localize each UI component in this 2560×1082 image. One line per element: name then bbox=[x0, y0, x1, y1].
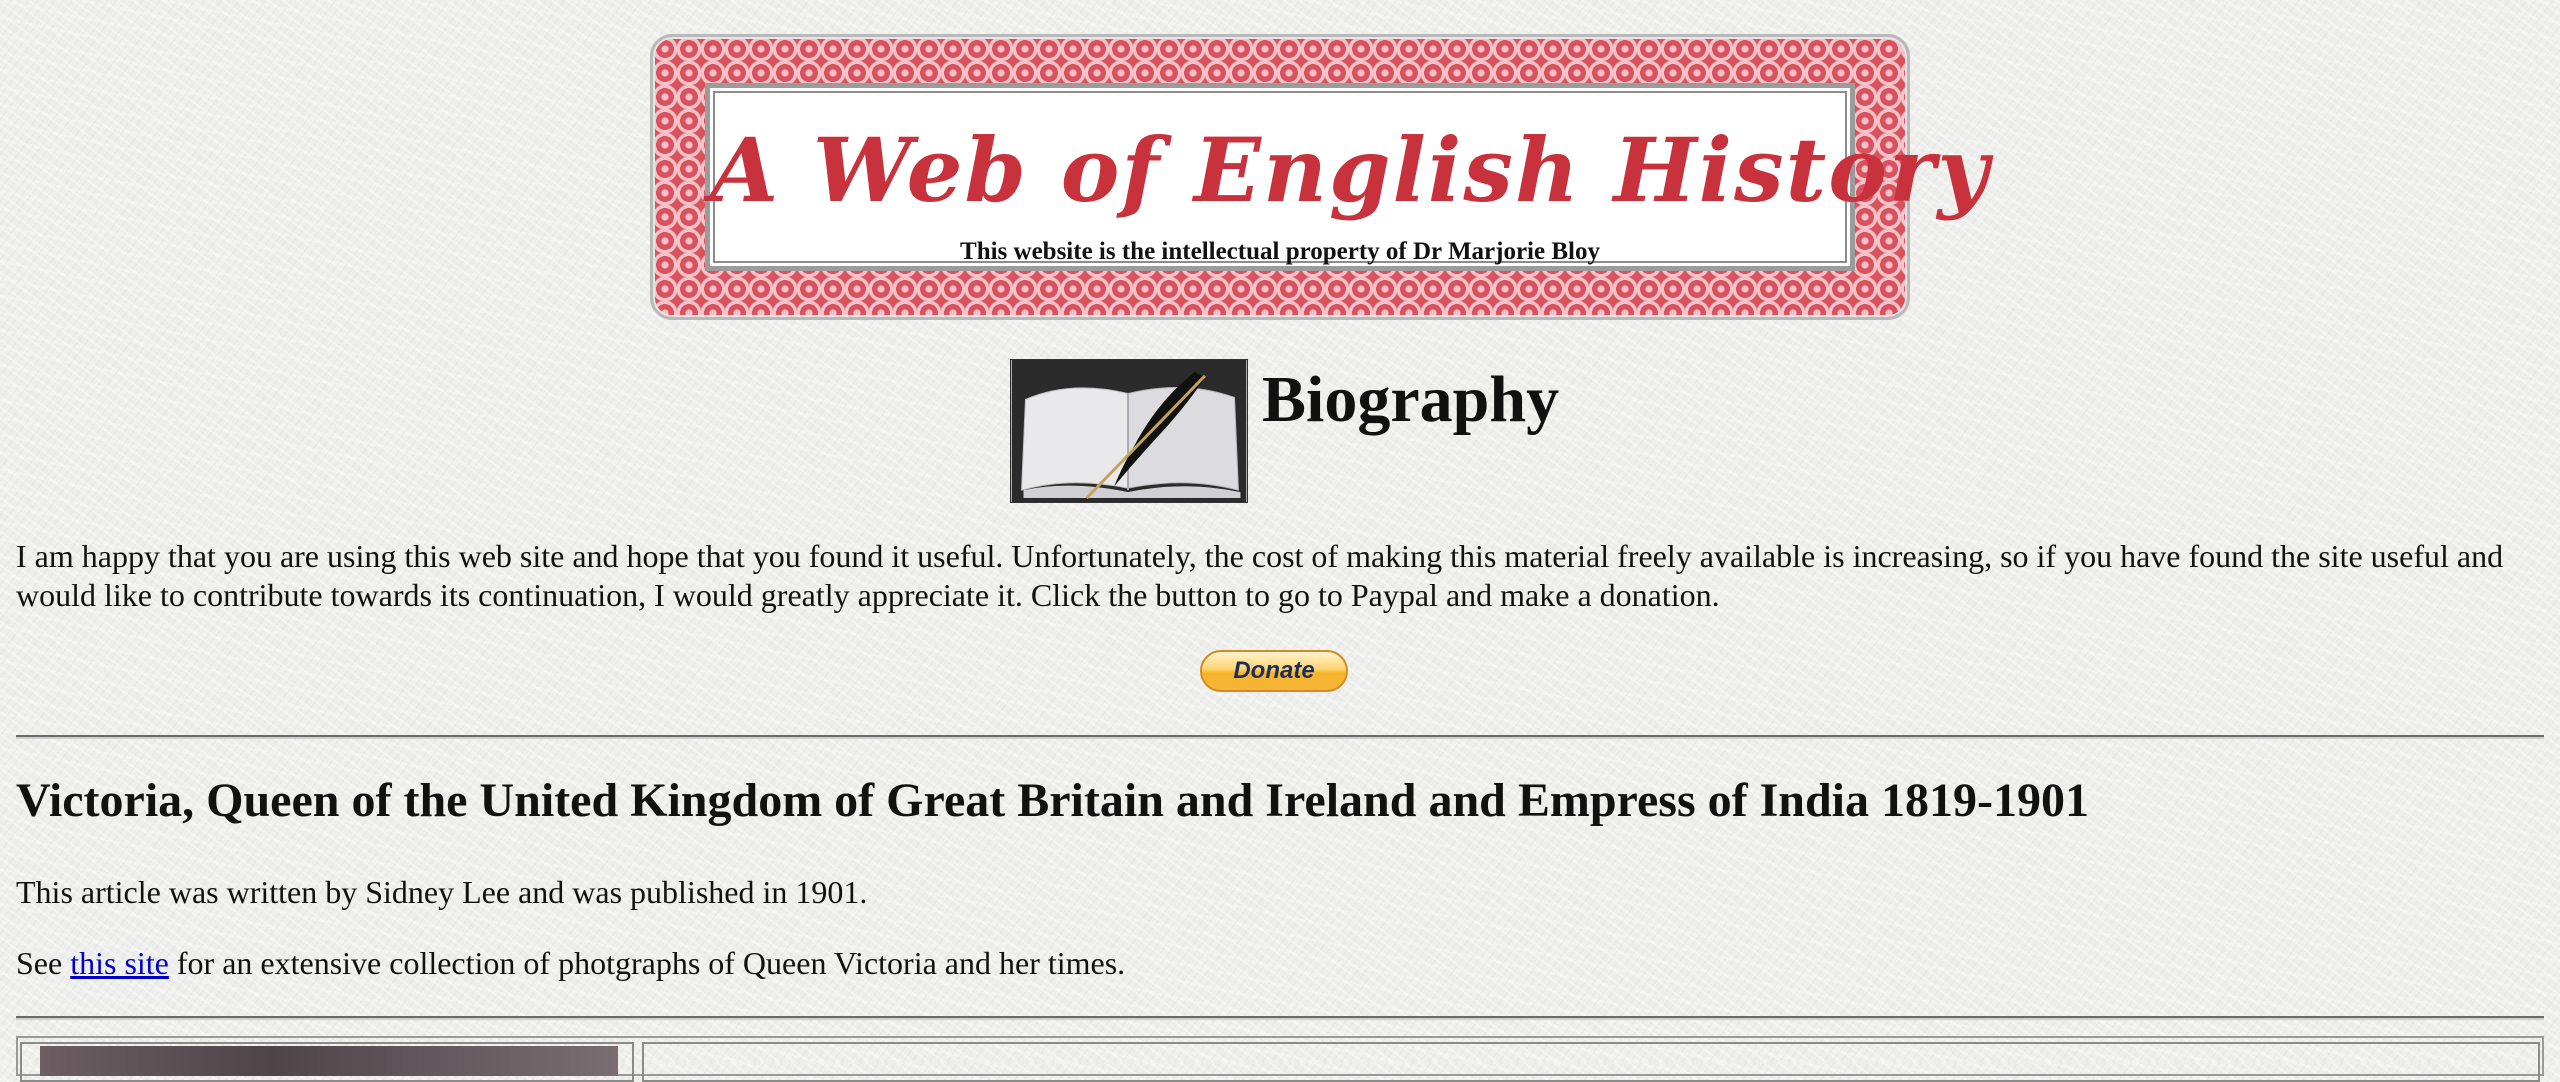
donate-button[interactable]: Donate bbox=[1200, 650, 1348, 692]
banner-title: A Web of English History bbox=[710, 118, 1991, 222]
donation-appeal-text: I am happy that you are using this web s… bbox=[16, 538, 2504, 613]
page-title: Biography bbox=[1262, 363, 1560, 436]
book-quill-icon bbox=[1010, 359, 1248, 503]
this-site-link[interactable]: this site bbox=[70, 945, 169, 981]
banner-subtitle: This website is the intellectual propert… bbox=[960, 238, 1600, 265]
note-suffix: for an extensive collection of photgraph… bbox=[168, 945, 1126, 981]
portrait-image bbox=[40, 1046, 618, 1076]
text-cell bbox=[642, 1042, 2540, 1082]
note-prefix: See bbox=[16, 945, 71, 981]
photo-collection-note: See this site for an extensive collectio… bbox=[16, 945, 1125, 982]
divider bbox=[16, 735, 2544, 739]
article-title: Victoria, Queen of the United Kingdom of… bbox=[16, 774, 2089, 827]
banner-panel: A Web of English History This website is… bbox=[705, 83, 1991, 271]
divider bbox=[16, 1016, 2544, 1020]
article-byline: This article was written by Sidney Lee a… bbox=[16, 874, 868, 910]
site-banner: A Web of English History This website is… bbox=[650, 34, 1991, 320]
